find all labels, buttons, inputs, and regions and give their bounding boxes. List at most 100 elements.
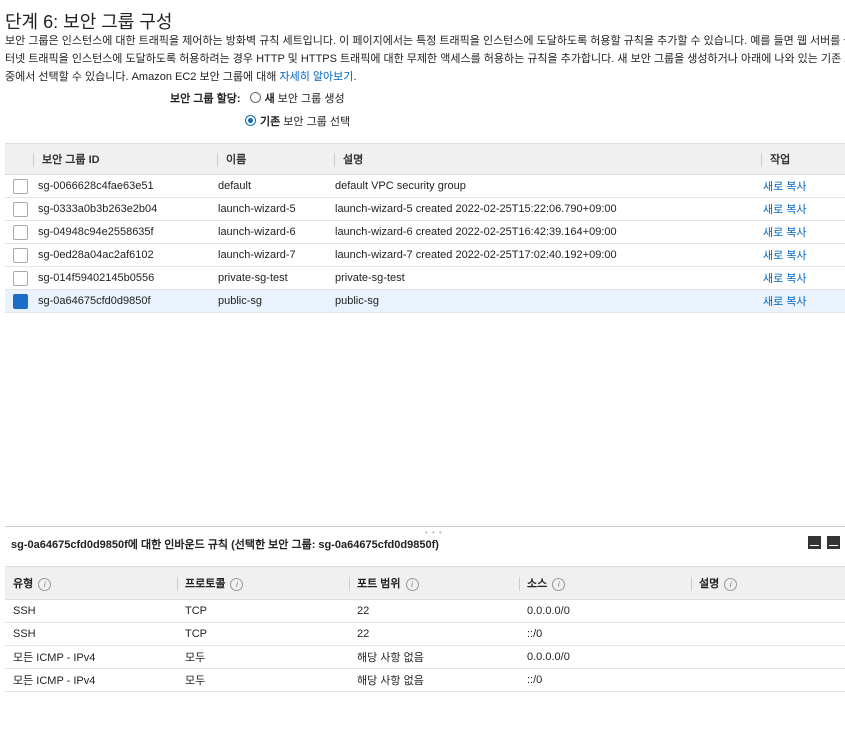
inbound-rules-table: 유형 i 프로토콜 i 포트 범위 i 소스 i 설명 i SSH TCP 22 0.0.… xyxy=(5,566,845,692)
security-group-assign: 보안 그룹 할당: 새 보안 그룹 생성 xyxy=(170,90,345,106)
row-id: sg-0ed28a04ac2af6102 xyxy=(38,248,154,261)
radio-new-bold: 새 xyxy=(264,93,275,105)
copy-to-new-link[interactable]: 새로 복사 xyxy=(763,227,807,239)
rule-source: ::/0 xyxy=(519,622,691,646)
name-cell: launch-wizard-7 xyxy=(217,243,334,267)
action-cell: 새로 복사 xyxy=(761,243,845,267)
page-description: 보안 그룹은 인스턴스에 대한 트래픽을 제어하는 방화벽 규칙 세트입니다. … xyxy=(5,32,845,86)
learn-more-link[interactable]: 자세히 알아보기 xyxy=(279,71,353,83)
copy-to-new-link[interactable]: 새로 복사 xyxy=(763,296,807,308)
row-name: private-sg-test xyxy=(218,272,288,284)
rule-protocol-value: 모두 xyxy=(185,652,206,664)
split-divider[interactable] xyxy=(5,526,845,527)
copy-to-new-link[interactable]: 새로 복사 xyxy=(763,273,807,285)
col-separator xyxy=(761,153,762,168)
table-row[interactable]: sg-0066628c4fae63e51 default default VPC… xyxy=(5,174,845,198)
rule-protocol: TCP xyxy=(177,622,349,646)
row-checkbox[interactable] xyxy=(13,270,28,286)
info-icon[interactable]: i xyxy=(724,577,738,591)
inbound-header-row: 유형 i 프로토콜 i 포트 범위 i 소스 i 설명 i xyxy=(5,566,845,600)
name-cell: launch-wizard-5 xyxy=(217,197,334,221)
name-cell: private-sg-test xyxy=(217,266,334,290)
rule-desc xyxy=(691,668,845,692)
row-id: sg-0333a0b3b263e2b04 xyxy=(38,202,158,215)
rule-source-value: ::/0 xyxy=(527,674,543,686)
copy-to-new-link[interactable]: 새로 복사 xyxy=(763,181,807,193)
col-header-desc-label: 설명 xyxy=(343,153,364,166)
row-checkbox[interactable] xyxy=(13,224,28,240)
description-line-2: 터넷 트래픽을 인스턴스에 도달하도록 허용하려는 경우 HTTP 및 HTTP… xyxy=(5,53,845,65)
col-header-id-label: 보안 그룹 ID xyxy=(42,153,100,166)
info-icon[interactable]: i xyxy=(405,577,419,591)
minimize-panel-icon[interactable] xyxy=(808,536,821,549)
rule-source-value: 0.0.0.0/0 xyxy=(527,605,570,617)
table-row[interactable]: sg-0ed28a04ac2af6102 launch-wizard-7 lau… xyxy=(5,243,845,267)
inbound-col-protocol-label: 프로토콜 xyxy=(185,577,226,590)
rule-desc xyxy=(691,645,845,669)
inbound-col-port: 포트 범위 i xyxy=(349,566,519,600)
action-cell: 새로 복사 xyxy=(761,289,845,313)
desc-cell: launch-wizard-5 created 2022-02-25T15:22… xyxy=(334,197,761,221)
col-header-desc[interactable]: 설명 xyxy=(334,143,761,175)
rule-port: 22 xyxy=(349,599,519,623)
row-name: launch-wizard-6 xyxy=(218,226,296,238)
radio-new-security-group[interactable]: 새 보안 그룹 생성 xyxy=(249,90,345,106)
rule-port: 22 xyxy=(349,622,519,646)
info-icon[interactable]: i xyxy=(552,577,566,591)
rule-protocol-value: TCP xyxy=(185,605,207,617)
name-cell: launch-wizard-6 xyxy=(217,220,334,244)
radio-new-label: 보안 그룹 생성 xyxy=(274,93,345,105)
action-cell: 새로 복사 xyxy=(761,220,845,244)
col-header-id[interactable]: 보안 그룹 ID xyxy=(5,143,217,175)
col-header-name[interactable]: 이름 xyxy=(217,143,334,175)
copy-to-new-link[interactable]: 새로 복사 xyxy=(763,250,807,262)
inbound-col-source-label: 소스 xyxy=(527,577,548,590)
row-name: launch-wizard-7 xyxy=(218,249,296,261)
description-line-3-text: 중에서 선택할 수 있습니다. Amazon EC2 보안 그룹에 대해 xyxy=(5,71,280,83)
rule-port-value: 22 xyxy=(357,628,370,640)
table-row[interactable]: sg-04948c94e2558635f launch-wizard-6 lau… xyxy=(5,220,845,244)
rule-port-value: 22 xyxy=(357,605,370,617)
row-checkbox[interactable] xyxy=(13,247,28,263)
row-name: default xyxy=(218,180,252,192)
info-icon[interactable]: i xyxy=(230,577,244,591)
row-id: sg-0066628c4fae63e51 xyxy=(38,179,154,192)
radio-existing-label: 보안 그룹 선택 xyxy=(280,116,351,128)
row-desc: default VPC security group xyxy=(335,180,466,192)
table-row-selected[interactable]: sg-0a64675cfd0d9850f public-sg public-sg… xyxy=(5,289,845,313)
rule-port: 해당 사항 없음 xyxy=(349,668,519,692)
row-desc: private-sg-test xyxy=(335,272,405,284)
rule-source-value: ::/0 xyxy=(527,628,543,640)
radio-existing-bold: 기존 xyxy=(260,116,281,128)
radio-existing-circle[interactable] xyxy=(245,115,256,126)
row-checkbox[interactable] xyxy=(13,178,28,194)
id-cell: sg-0ed28a04ac2af6102 xyxy=(5,243,217,267)
row-checkbox-checked[interactable] xyxy=(13,293,28,309)
desc-cell: default VPC security group xyxy=(334,174,761,198)
row-id: sg-0a64675cfd0d9850f xyxy=(38,294,151,307)
desc-cell: public-sg xyxy=(334,289,761,313)
radio-new-circle[interactable] xyxy=(249,92,261,103)
rule-type: 모든 ICMP - IPv4 xyxy=(5,645,177,669)
rule-desc xyxy=(691,622,845,646)
maximize-panel-icon[interactable] xyxy=(827,536,840,549)
info-icon[interactable]: i xyxy=(38,577,52,591)
rule-type-value: 모든 ICMP - IPv4 xyxy=(13,652,96,664)
description-line-3-end: . xyxy=(353,71,357,83)
inbound-col-port-label: 포트 범위 xyxy=(357,577,401,590)
col-separator xyxy=(334,153,335,168)
rule-protocol: TCP xyxy=(177,599,349,623)
security-group-table: 보안 그룹 ID 이름 설명 작업 sg-0066628c4fae63e51 d… xyxy=(5,143,845,313)
description-line-3: 중에서 선택할 수 있습니다. Amazon EC2 보안 그룹에 대해 자세히… xyxy=(5,68,845,86)
table-row[interactable]: sg-014f59402145b0556 private-sg-test pri… xyxy=(5,266,845,290)
radio-existing-security-group[interactable]: 기존 보안 그룹 선택 xyxy=(245,113,350,129)
rule-type: SSH xyxy=(5,622,177,646)
row-checkbox[interactable] xyxy=(13,201,28,217)
name-cell: default xyxy=(217,174,334,198)
table-row[interactable]: sg-0333a0b3b263e2b04 launch-wizard-5 lau… xyxy=(5,197,845,221)
rule-port: 해당 사항 없음 xyxy=(349,645,519,669)
copy-to-new-link[interactable]: 새로 복사 xyxy=(763,204,807,216)
rule-desc xyxy=(691,599,845,623)
rule-type: 모든 ICMP - IPv4 xyxy=(5,668,177,692)
name-cell: public-sg xyxy=(217,289,334,313)
